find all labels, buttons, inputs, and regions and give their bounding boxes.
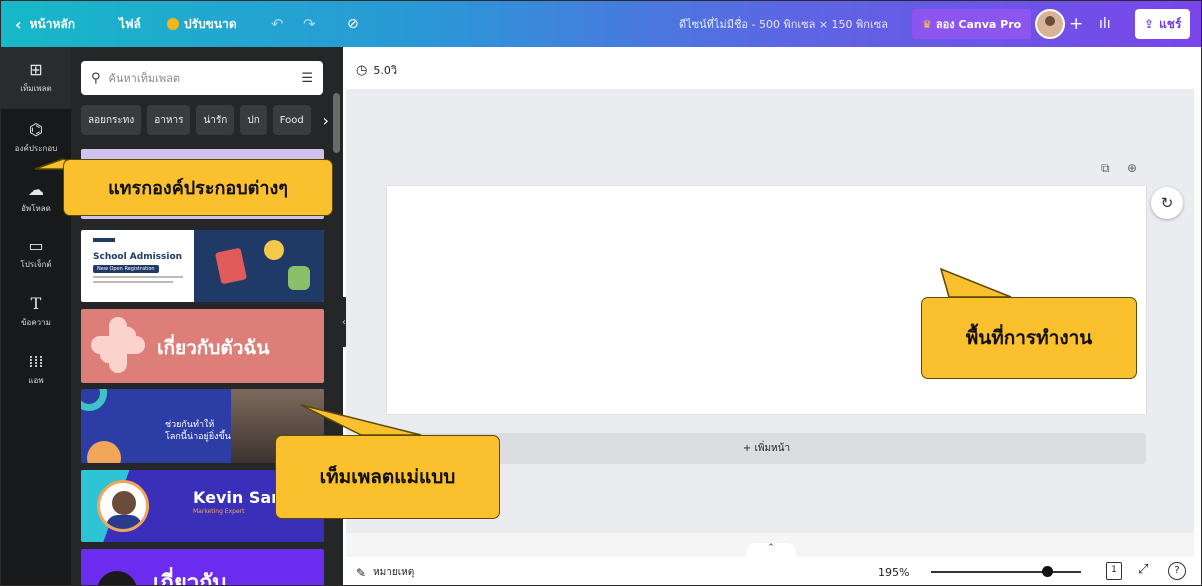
- duplicate-page-icon[interactable]: ⧉: [1101, 161, 1110, 176]
- kevin-role: Marketing Expert: [193, 508, 245, 515]
- templates-callout: เท็มเพลตแม่แบบ: [275, 435, 500, 519]
- folder-icon: ▭: [28, 235, 44, 255]
- resize-label: ปรับขนาด: [184, 16, 237, 31]
- fullscreen-icon[interactable]: ⤢: [1138, 562, 1148, 577]
- rail-label: ข้อความ: [21, 317, 51, 327]
- rail-item-elements[interactable]: ⌬ องค์ประกอบ: [1, 107, 71, 169]
- try-pro-button[interactable]: ♛ ลอง Canva Pro: [912, 9, 1032, 39]
- horizontal-scroll-area[interactable]: ⌃: [346, 533, 1194, 557]
- zoom-slider[interactable]: [931, 566, 1081, 577]
- school-logo: [93, 238, 115, 242]
- undo-icon[interactable]: ↶: [271, 1, 284, 47]
- rail-label: อัพโหลด: [21, 203, 51, 213]
- teal-circle-shape: [81, 389, 107, 411]
- upload-share-icon: ⇪: [1144, 17, 1155, 31]
- try-pro-label: ลอง Canva Pro: [935, 18, 1022, 31]
- side-rail: ⊞ เท็มเพลต ⌬ องค์ประกอบ ☁ อัพโหลด ▭ โปรเ…: [1, 47, 71, 585]
- page-count-button[interactable]: 1: [1106, 562, 1122, 580]
- template-card-about-me[interactable]: เกี่ยวกับตัวฉัน: [81, 309, 324, 383]
- school-title: School Admission: [93, 252, 183, 262]
- chevron-left-icon: ‹: [15, 14, 22, 34]
- home-button[interactable]: ‹ หน้าหลัก: [15, 1, 75, 47]
- school-text-line: [93, 276, 183, 278]
- magic-refresh-icon[interactable]: ↻: [1151, 187, 1183, 219]
- crown-icon: ♛: [922, 17, 932, 31]
- redo-icon[interactable]: ↷: [303, 1, 316, 47]
- workspace-callout: พื้นที่การทำงาน: [921, 297, 1137, 379]
- add-page-button[interactable]: + เพิ่มหน้า: [387, 433, 1146, 464]
- chip-food[interactable]: Food: [272, 105, 311, 135]
- analytics-icon[interactable]: ılı: [1099, 1, 1111, 47]
- elements-icon: ⌬: [29, 119, 43, 139]
- category-chips: ลอยกระทง อาหาร น่ารัก ปก Food ›: [81, 105, 343, 135]
- rail-label: เท็มเพลต: [20, 83, 52, 93]
- bottom-bar: ✎ หมายเหตุ 195% 1 ⤢ ?: [346, 557, 1201, 585]
- text-icon: T: [30, 293, 42, 313]
- timer-label: 5.0วิ: [373, 64, 398, 77]
- rail-item-text[interactable]: T ข้อความ: [1, 281, 71, 343]
- chevron-up-icon[interactable]: ⌃: [746, 543, 796, 557]
- chip-cute[interactable]: น่ารัก: [196, 105, 235, 135]
- avatar[interactable]: [1035, 9, 1065, 39]
- black-circle-shape: [97, 571, 137, 585]
- home-label: หน้าหลัก: [29, 16, 75, 31]
- resize-button[interactable]: ปรับขนาด: [167, 1, 237, 47]
- rail-label: องค์ประกอบ: [14, 143, 58, 153]
- cloud-upload-icon: ☁: [28, 179, 44, 199]
- share-label: แชร์: [1159, 16, 1182, 31]
- rail-label: แอพ: [28, 375, 44, 385]
- orange-circle-shape: [87, 441, 121, 463]
- document-title[interactable]: ดีไซน์ที่ไม่มีชื่อ - 500 พิกเซล × 150 พิ…: [679, 1, 888, 47]
- notes-icon: ✎: [356, 565, 367, 580]
- canva-editor: ‹ หน้าหลัก ไฟล์ ปรับขนาด ↶ ↷ ⊘ ดีไซน์ที่…: [0, 0, 1202, 586]
- crown-coin-icon: [167, 18, 179, 30]
- chip-cover[interactable]: ปก: [240, 105, 267, 135]
- rail-item-uploads[interactable]: ☁ อัพโหลด: [1, 167, 71, 229]
- school-illustration: [194, 230, 324, 302]
- about-me-title: เกี่ยวกับตัวฉัน: [157, 337, 270, 359]
- add-page-icon[interactable]: ⊕: [1127, 161, 1137, 175]
- rail-label: โปรเจ็กต์: [20, 259, 52, 269]
- kevin-photo: [97, 480, 149, 532]
- rail-item-templates[interactable]: ⊞ เท็มเพลต: [1, 47, 71, 109]
- template-search-input[interactable]: ⚲ ค้นหาเท็มเพลต ☰: [81, 61, 323, 95]
- add-member-icon[interactable]: +: [1069, 1, 1083, 47]
- cloud-saved-icon[interactable]: ⊘: [347, 1, 359, 47]
- notes-button[interactable]: ✎ หมายเหตุ: [356, 565, 414, 580]
- filter-sliders-icon[interactable]: ☰: [301, 71, 313, 86]
- rail-item-projects[interactable]: ▭ โปรเจ็กต์: [1, 223, 71, 285]
- file-menu-button[interactable]: ไฟล์: [119, 1, 141, 47]
- template-card-school-admission[interactable]: School Admission New Open Registration: [81, 230, 324, 302]
- school-subtitle: New Open Registration: [93, 265, 159, 273]
- template-card-about-partial[interactable]: เกี่ยวกับ: [81, 549, 324, 586]
- search-placeholder: ค้นหาเท็มเพลต: [108, 72, 180, 85]
- clock-icon: ◷: [356, 62, 368, 78]
- templates-icon: ⊞: [29, 59, 43, 79]
- top-bar: ‹ หน้าหลัก ไฟล์ ปรับขนาด ↶ ↷ ⊘ ดีไซน์ที่…: [1, 1, 1201, 47]
- help-icon[interactable]: ?: [1168, 562, 1186, 580]
- notes-label: หมายเหตุ: [373, 567, 415, 578]
- zoom-slider-knob[interactable]: [1041, 566, 1053, 577]
- elements-callout: แทรกองค์ประกอบต่างๆ: [63, 159, 333, 216]
- panel-scrollbar[interactable]: [333, 93, 340, 153]
- help-line-2: โลกนี้น่าอยู่ยิ่งขึ้น: [165, 432, 231, 442]
- page-timer[interactable]: ◷ 5.0วิ: [356, 61, 397, 79]
- partial-title: เกี่ยวกับ: [153, 571, 227, 586]
- school-text-line: [93, 281, 173, 283]
- share-button[interactable]: ⇪ แชร์: [1135, 9, 1191, 39]
- rail-item-apps[interactable]: ⁞⁞⁞ แอพ: [1, 339, 71, 401]
- chip-food-th[interactable]: อาหาร: [147, 105, 191, 135]
- flower-shape: [91, 317, 145, 373]
- apps-grid-icon: ⁞⁞⁞: [28, 351, 44, 371]
- chip-loy-krathong[interactable]: ลอยกระทง: [81, 105, 142, 135]
- search-icon: ⚲: [91, 70, 101, 86]
- zoom-level: 195%: [878, 566, 910, 579]
